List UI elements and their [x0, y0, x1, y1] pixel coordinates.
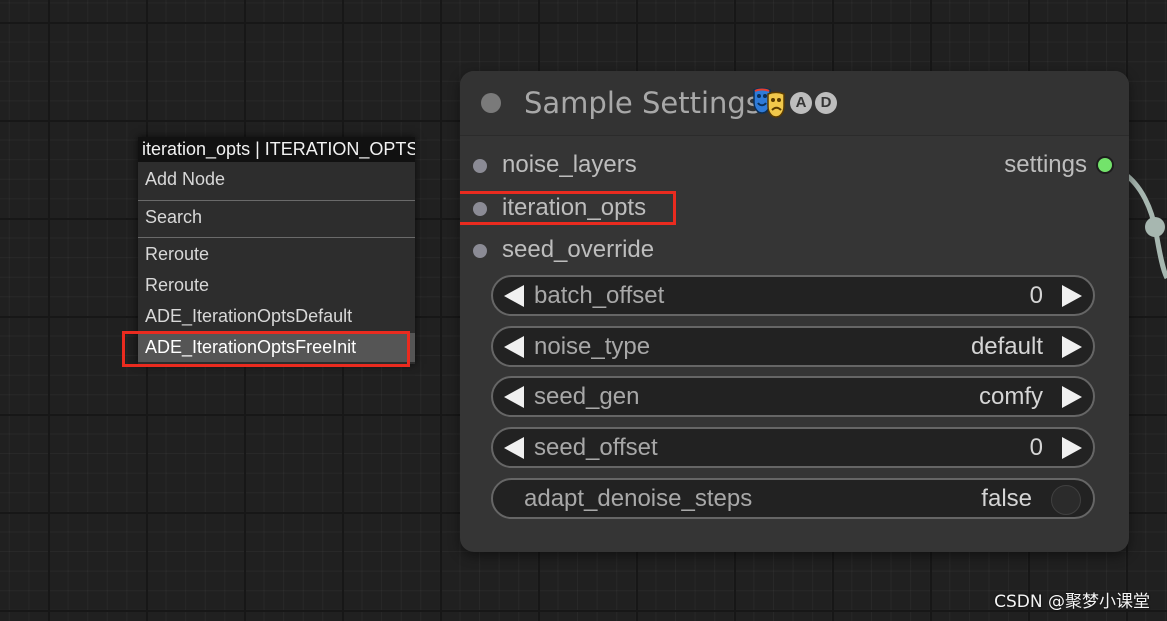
widget-value: 0 — [1029, 434, 1043, 461]
widget-label: noise_type — [534, 333, 651, 360]
decrement-arrow-icon[interactable] — [504, 285, 524, 307]
output-slot-settings[interactable]: settings — [958, 151, 1118, 179]
widget-seed-offset[interactable]: seed_offset 0 — [491, 427, 1095, 468]
widget-value: false — [981, 485, 1032, 512]
input-slot-dot[interactable] — [473, 159, 487, 173]
input-slot-seed-override[interactable]: seed_override — [471, 236, 691, 264]
node-header[interactable]: Sample Settings A D — [460, 71, 1129, 136]
node-collapse-dot[interactable] — [481, 93, 501, 113]
increment-arrow-icon[interactable] — [1062, 336, 1082, 358]
menu-item-ade-iterationoptsfreeinit[interactable]: ADE_IterationOptsFreeInit — [138, 333, 415, 362]
context-menu[interactable]: iteration_opts | ITERATION_OPTS Add Node… — [138, 137, 415, 364]
input-slot-label: noise_layers — [502, 151, 637, 178]
node-title: Sample Settings — [524, 86, 761, 120]
input-slot-dot[interactable] — [473, 244, 487, 258]
menu-item-search[interactable]: Search — [138, 203, 415, 232]
toggle-knob[interactable] — [1051, 485, 1081, 515]
widget-adapt-denoise-steps[interactable]: adapt_denoise_steps false — [491, 478, 1095, 519]
menu-separator — [138, 237, 415, 238]
decrement-arrow-icon[interactable] — [504, 437, 524, 459]
input-slot-label: iteration_opts — [502, 194, 647, 221]
input-slot-label: seed_override — [502, 236, 655, 263]
menu-separator — [138, 200, 415, 201]
workflow-canvas[interactable]: Sample Settings A D noise_layers iterati… — [0, 0, 1167, 621]
widget-label: seed_gen — [534, 383, 640, 410]
widget-batch-offset[interactable]: batch_offset 0 — [491, 275, 1095, 316]
widget-label: seed_offset — [534, 434, 658, 461]
menu-item-reroute[interactable]: Reroute — [138, 271, 415, 300]
output-slot-label: settings — [1004, 151, 1087, 178]
menu-item-add-node[interactable]: Add Node — [138, 165, 415, 194]
widget-noise-type[interactable]: noise_type default — [491, 326, 1095, 367]
increment-arrow-icon[interactable] — [1062, 386, 1082, 408]
context-menu-header: iteration_opts | ITERATION_OPTS — [138, 137, 415, 162]
input-slot-noise-layers[interactable]: noise_layers — [471, 151, 691, 179]
widget-label: batch_offset — [534, 282, 665, 309]
output-slot-dot[interactable] — [1096, 156, 1114, 174]
badge-d-icon: D — [815, 92, 837, 114]
widget-value: comfy — [978, 383, 1043, 410]
increment-arrow-icon[interactable] — [1062, 437, 1082, 459]
widget-seed-gen[interactable]: seed_gen comfy — [491, 376, 1095, 417]
link-midpoint-dot[interactable] — [1145, 217, 1165, 237]
increment-arrow-icon[interactable] — [1062, 285, 1082, 307]
widget-label: adapt_denoise_steps — [524, 485, 753, 512]
decrement-arrow-icon[interactable] — [504, 386, 524, 408]
theater-masks-icon — [753, 87, 785, 118]
input-slot-dot[interactable] — [473, 202, 487, 216]
sample-settings-node[interactable]: Sample Settings A D noise_layers iterati… — [460, 71, 1129, 552]
decrement-arrow-icon[interactable] — [504, 336, 524, 358]
menu-item-ade-iterationoptsdefault[interactable]: ADE_IterationOptsDefault — [138, 302, 415, 331]
menu-item-reroute[interactable]: Reroute — [138, 240, 415, 269]
widget-value: 0 — [1029, 282, 1043, 309]
watermark: CSDN @聚梦小课堂 — [994, 592, 1150, 612]
input-slot-iteration-opts[interactable]: iteration_opts — [471, 194, 691, 222]
widget-value: default — [970, 333, 1043, 360]
badge-a-icon: A — [790, 92, 812, 114]
